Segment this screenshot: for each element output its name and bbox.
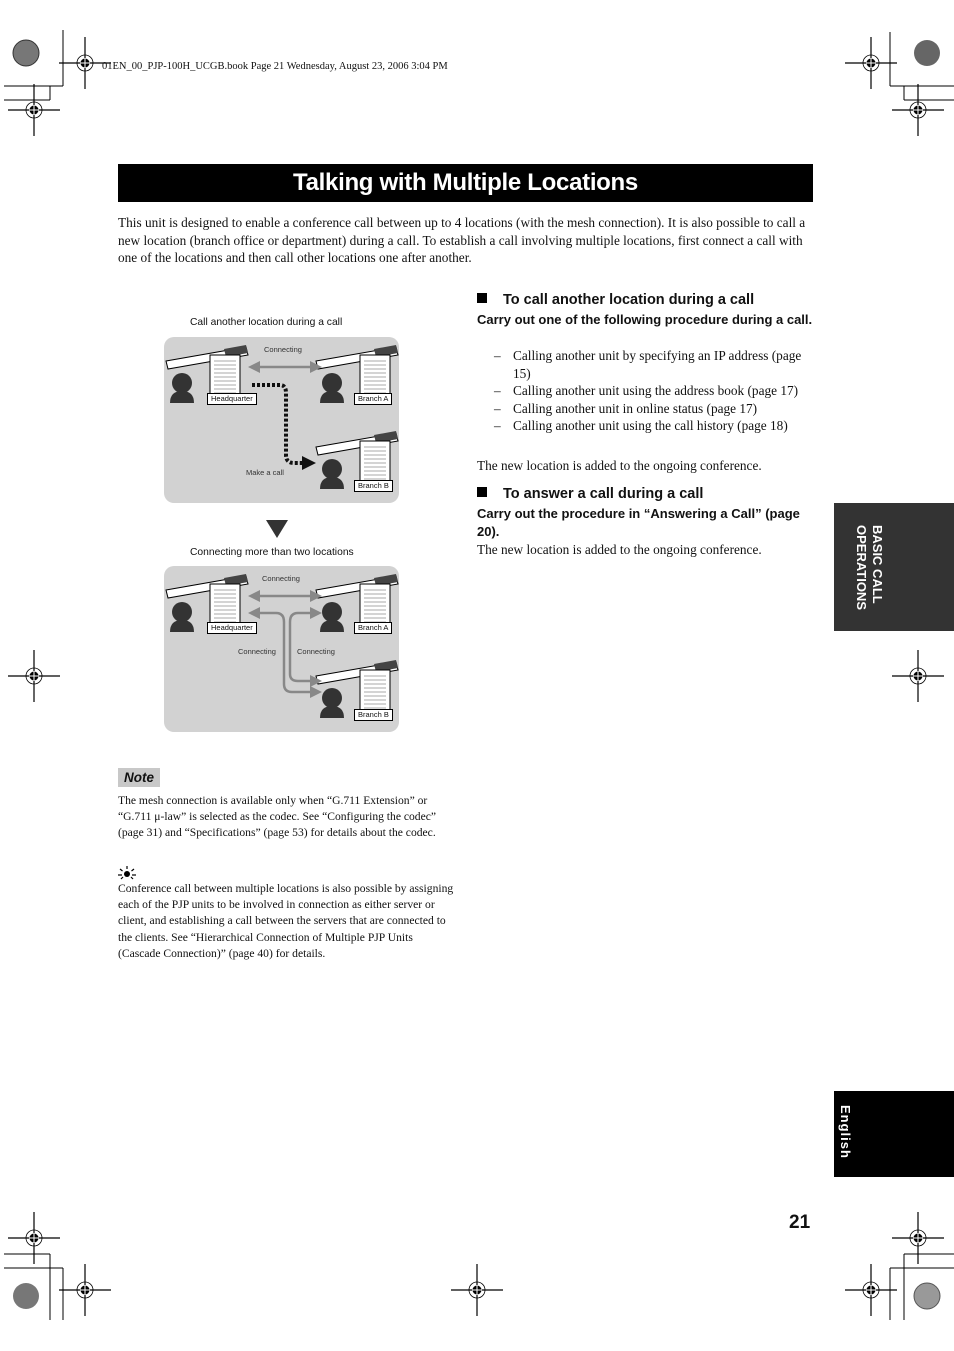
list-item: – Calling another unit using the address …: [494, 383, 799, 398]
site-label-headquarter: Headquarter: [207, 393, 257, 405]
diagram1-graphics: [165, 344, 399, 490]
page-title: Talking with Multiple Locations: [118, 164, 813, 202]
list-item: – Calling another unit in online status (…: [494, 400, 758, 416]
square-bullet-icon: [477, 293, 487, 303]
note-label: Note: [118, 768, 160, 787]
print-header: 01EN_00_PJP-100H_UCGB.book Page 21 Wedne…: [102, 61, 448, 72]
crop-marks: [4, 30, 954, 1320]
site-label-branch-a: Branch A: [354, 393, 393, 405]
color-target-icon: [913, 1282, 941, 1310]
connecting-arrow-icon: [248, 361, 322, 373]
diagram2-graphics: [165, 573, 399, 719]
section2-instruction: Carry out the procedure in “Answering a …: [477, 506, 800, 539]
site-label-branch-b: Branch B: [354, 709, 393, 721]
connecting-label: Connecting: [297, 647, 335, 656]
section1-list: – Calling another unit by specifying an I…: [477, 347, 817, 435]
connecting-label: Connecting: [238, 647, 276, 656]
diagram-call-another-location: Connecting Make a call Headquarter Branc…: [164, 337, 399, 503]
tip-text: Conference call between multiple locatio…: [118, 882, 454, 960]
lightbulb-icon: [118, 866, 136, 880]
list-item: – Calling another unit by specifying an I…: [494, 348, 802, 381]
language-tab-label: English: [838, 1105, 853, 1159]
chapter-tab-line2: OPERATIONS: [854, 525, 869, 610]
section2-result: The new location is added to the ongoing…: [477, 542, 762, 557]
connecting-label: Connecting: [262, 574, 300, 583]
site-label-branch-a: Branch A: [354, 622, 393, 634]
make-call-label: Make a call: [246, 468, 284, 477]
section1-heading: To call another location during a call: [477, 292, 754, 308]
square-bullet-icon: [477, 487, 487, 497]
section1-result: The new location is added to the ongoing…: [477, 458, 762, 473]
list-item: – Calling another unit using the call his…: [494, 418, 788, 433]
section1-instruction: Carry out one of the following procedure…: [477, 312, 813, 327]
diagram-connecting-more-locations: Connecting Connecting Connecting Headqua…: [164, 566, 399, 732]
chapter-tab-line1: BASIC CALL: [870, 525, 885, 604]
language-tab: English: [834, 1091, 954, 1177]
color-target-icon: [13, 1283, 39, 1309]
intro-paragraph: This unit is designed to enable a confer…: [118, 215, 806, 265]
connecting-arrow-icon: [256, 594, 314, 694]
section2-heading: To answer a call during a call: [477, 486, 703, 502]
make-call-arrow-icon: [252, 383, 316, 470]
chapter-tab: OPERATIONS BASIC CALL: [834, 503, 954, 631]
site-label-branch-b: Branch B: [354, 480, 393, 492]
note-text: The mesh connection is available only wh…: [118, 794, 437, 840]
diagram1-caption: Call another location during a call: [190, 317, 343, 328]
page-number: 21: [789, 1212, 811, 1233]
site-label-headquarter: Headquarter: [207, 622, 257, 634]
color-target-icon: [914, 40, 940, 66]
color-target-icon: [12, 39, 40, 67]
connecting-label: Connecting: [264, 345, 302, 354]
diagram2-caption: Connecting more than two locations: [190, 547, 354, 558]
down-triangle-icon: [266, 520, 288, 538]
